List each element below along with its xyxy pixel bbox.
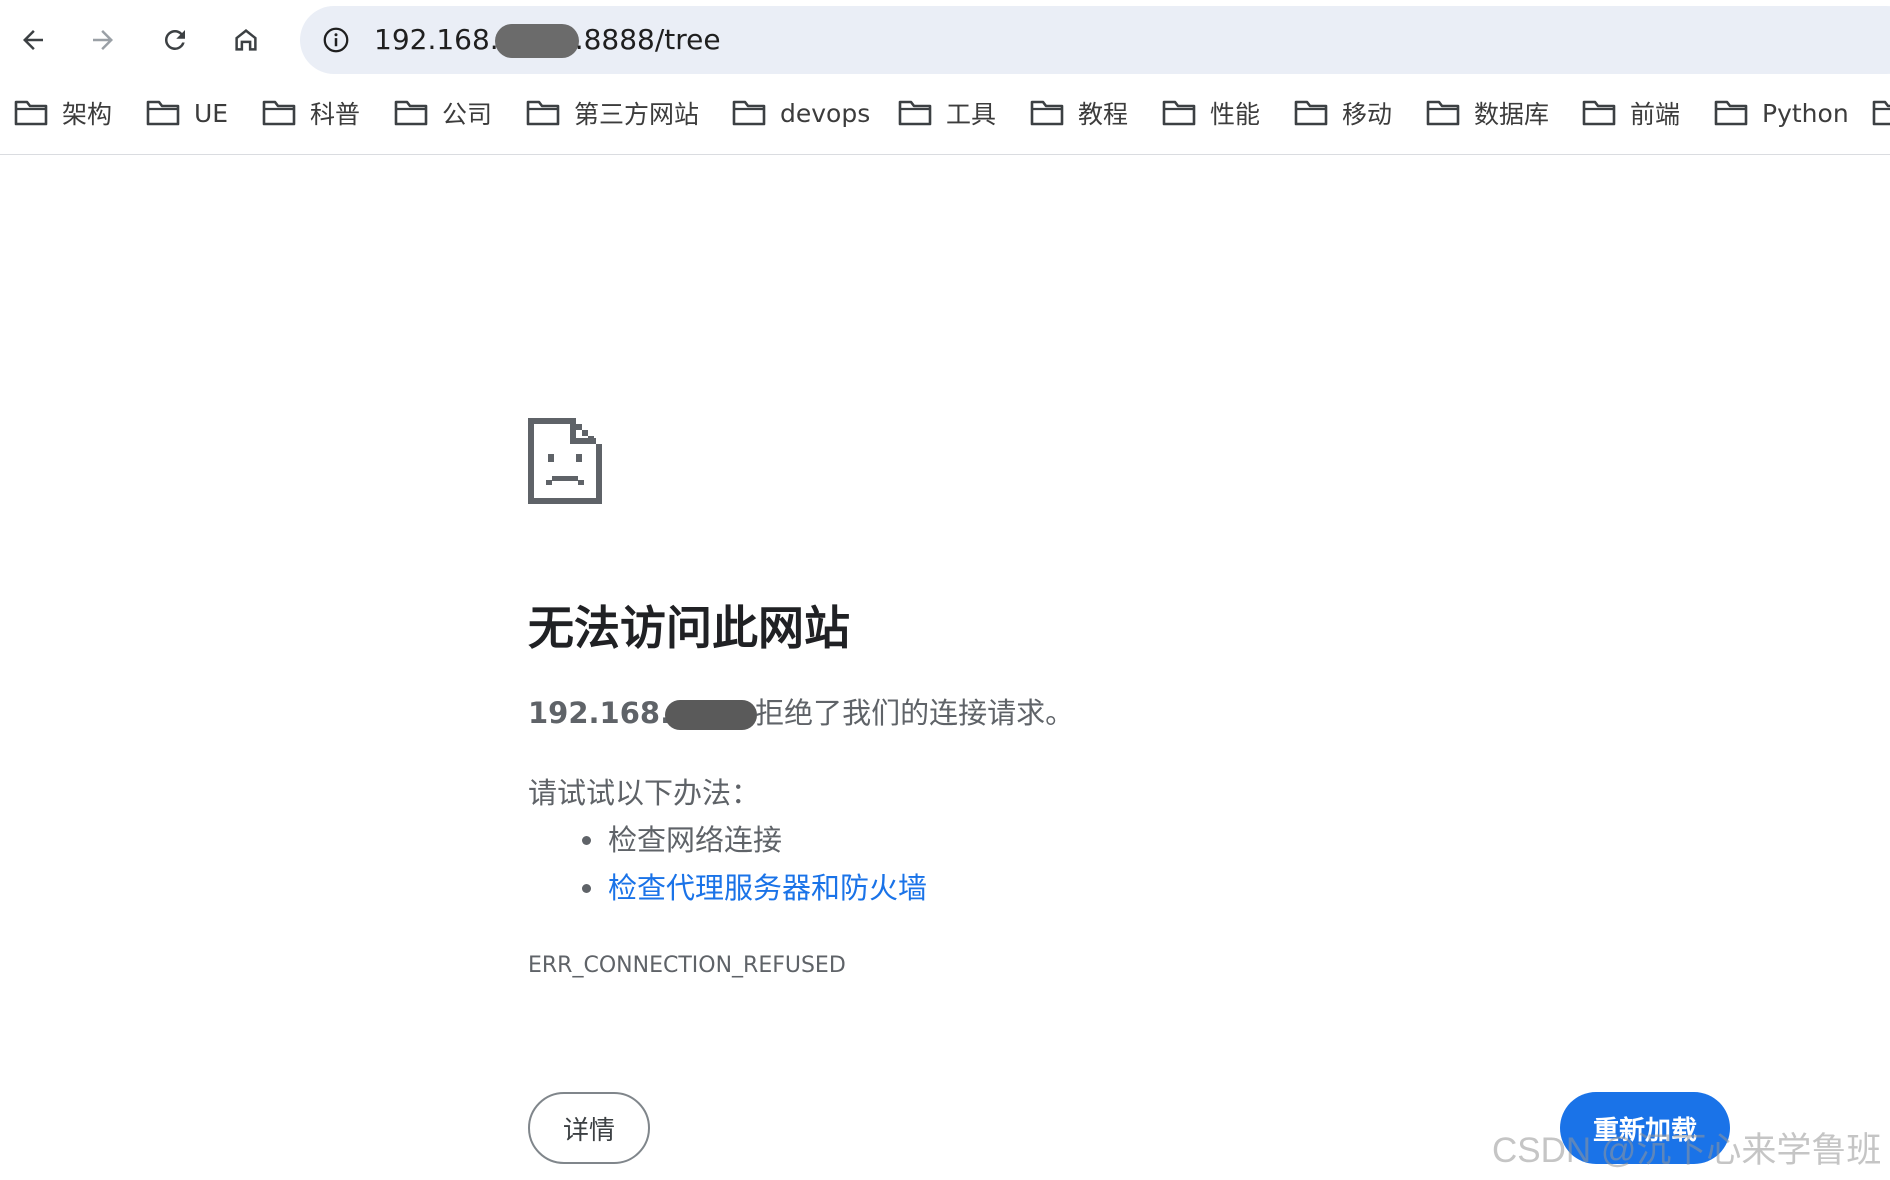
folder-icon bbox=[898, 100, 932, 126]
arrow-left-icon bbox=[23, 30, 43, 50]
bookmark-label: 公司 bbox=[442, 100, 493, 129]
suggestions-title: 请试试以下办法： bbox=[528, 776, 761, 810]
reload-icon bbox=[164, 29, 185, 50]
redacted-mask bbox=[494, 24, 579, 58]
bookmark-label: 教程 bbox=[1078, 100, 1129, 129]
details-button[interactable]: 详情 bbox=[528, 1092, 650, 1164]
folder-icon bbox=[526, 100, 560, 126]
folder-icon bbox=[394, 100, 428, 126]
bookmark-label: 移动 bbox=[1342, 100, 1393, 129]
error-title: 无法访问此网站 bbox=[528, 601, 850, 655]
bookmark-item[interactable]: Python bbox=[1714, 86, 1849, 140]
sad-page-icon bbox=[528, 418, 602, 504]
bookmark-label: 第三方网站 bbox=[574, 100, 700, 129]
error-message: 拒绝了我们的连接请求。 bbox=[755, 696, 1075, 730]
folder-icon bbox=[1426, 100, 1460, 126]
folder-icon bbox=[262, 100, 296, 126]
address-bar[interactable]: 192.168. .8888/tree bbox=[300, 6, 1890, 74]
bookmark-label: devops bbox=[780, 98, 871, 128]
bookmark-item[interactable]: 数据库 bbox=[1426, 86, 1549, 140]
folder-icon bbox=[1872, 100, 1890, 126]
browser-toolbar: 192.168. .8888/tree bbox=[0, 0, 1890, 80]
bookmark-item[interactable]: 前端 bbox=[1582, 86, 1680, 140]
bookmark-item[interactable]: UE bbox=[146, 86, 228, 140]
bookmark-item[interactable]: 科普 bbox=[262, 86, 360, 140]
forward-button[interactable] bbox=[80, 17, 126, 63]
folder-icon bbox=[1714, 100, 1748, 126]
bookmark-item[interactable]: 第三方网站 bbox=[526, 86, 699, 140]
bookmark-label: 性能 bbox=[1210, 100, 1261, 129]
bookmark-item[interactable]: 教程 bbox=[1030, 86, 1128, 140]
bookmark-label: 科普 bbox=[310, 100, 361, 129]
bookmark-item[interactable]: 公司 bbox=[394, 86, 492, 140]
bookmark-overflow-folder[interactable] bbox=[1872, 86, 1890, 140]
arrow-right-icon bbox=[93, 30, 113, 50]
watermark: CSDN @沉下心来学鲁班 bbox=[1492, 1131, 1882, 1170]
bookmark-item[interactable]: 架构 bbox=[14, 86, 112, 140]
suggestion-check-proxy-link[interactable]: 检查代理服务器和防火墙 bbox=[608, 871, 927, 905]
folder-icon bbox=[1294, 100, 1328, 126]
folder-icon bbox=[1162, 100, 1196, 126]
bookmark-label: Python bbox=[1762, 98, 1849, 128]
suggestion-item: 检查网络连接 bbox=[528, 816, 927, 864]
folder-icon bbox=[1582, 100, 1616, 126]
bookmark-item[interactable]: devops bbox=[732, 86, 870, 140]
bookmark-label: 数据库 bbox=[1474, 100, 1550, 129]
bookmark-label: 前端 bbox=[1630, 100, 1681, 129]
folder-icon bbox=[732, 100, 766, 126]
suggestions-list: 检查网络连接 检查代理服务器和防火墙 bbox=[528, 816, 927, 912]
bookmark-label: 工具 bbox=[946, 100, 997, 129]
suggestion-check-network: 检查网络连接 bbox=[608, 823, 783, 857]
home-icon bbox=[235, 29, 257, 51]
url-text[interactable]: 192.168. .8888/tree bbox=[374, 6, 721, 74]
folder-icon bbox=[1030, 100, 1064, 126]
bookmark-item[interactable]: 性能 bbox=[1162, 86, 1260, 140]
redacted-mask bbox=[665, 700, 758, 730]
folder-icon bbox=[146, 100, 180, 126]
info-icon bbox=[323, 27, 349, 53]
back-button[interactable] bbox=[10, 17, 56, 63]
bookmark-label: UE bbox=[194, 98, 229, 128]
bullet-icon bbox=[582, 836, 591, 845]
bookmark-item[interactable]: 移动 bbox=[1294, 86, 1392, 140]
site-info-button[interactable] bbox=[316, 20, 356, 60]
suggestion-item: 检查代理服务器和防火墙 bbox=[528, 864, 927, 912]
bullet-icon bbox=[582, 884, 591, 893]
bookmark-item[interactable]: 工具 bbox=[898, 86, 996, 140]
bookmarks-bar: 架构 UE 科普 公司 第三方网站 devops 工具 教程 性能 移动 数据库 前端 Python bbox=[0, 86, 1890, 140]
url-suffix: .8888/tree bbox=[574, 23, 721, 56]
home-button[interactable] bbox=[223, 17, 269, 63]
error-description: 192.168. 拒绝了我们的连接请求。 bbox=[528, 690, 1074, 736]
error-host: 192.168. bbox=[528, 696, 672, 730]
bookmark-label: 架构 bbox=[62, 100, 113, 129]
folder-icon bbox=[14, 100, 48, 126]
reload-page-button[interactable] bbox=[152, 17, 198, 63]
error-code: ERR_CONNECTION_REFUSED bbox=[528, 953, 846, 978]
url-prefix: 192.168. bbox=[374, 23, 499, 56]
toolbar-divider bbox=[0, 154, 1890, 155]
